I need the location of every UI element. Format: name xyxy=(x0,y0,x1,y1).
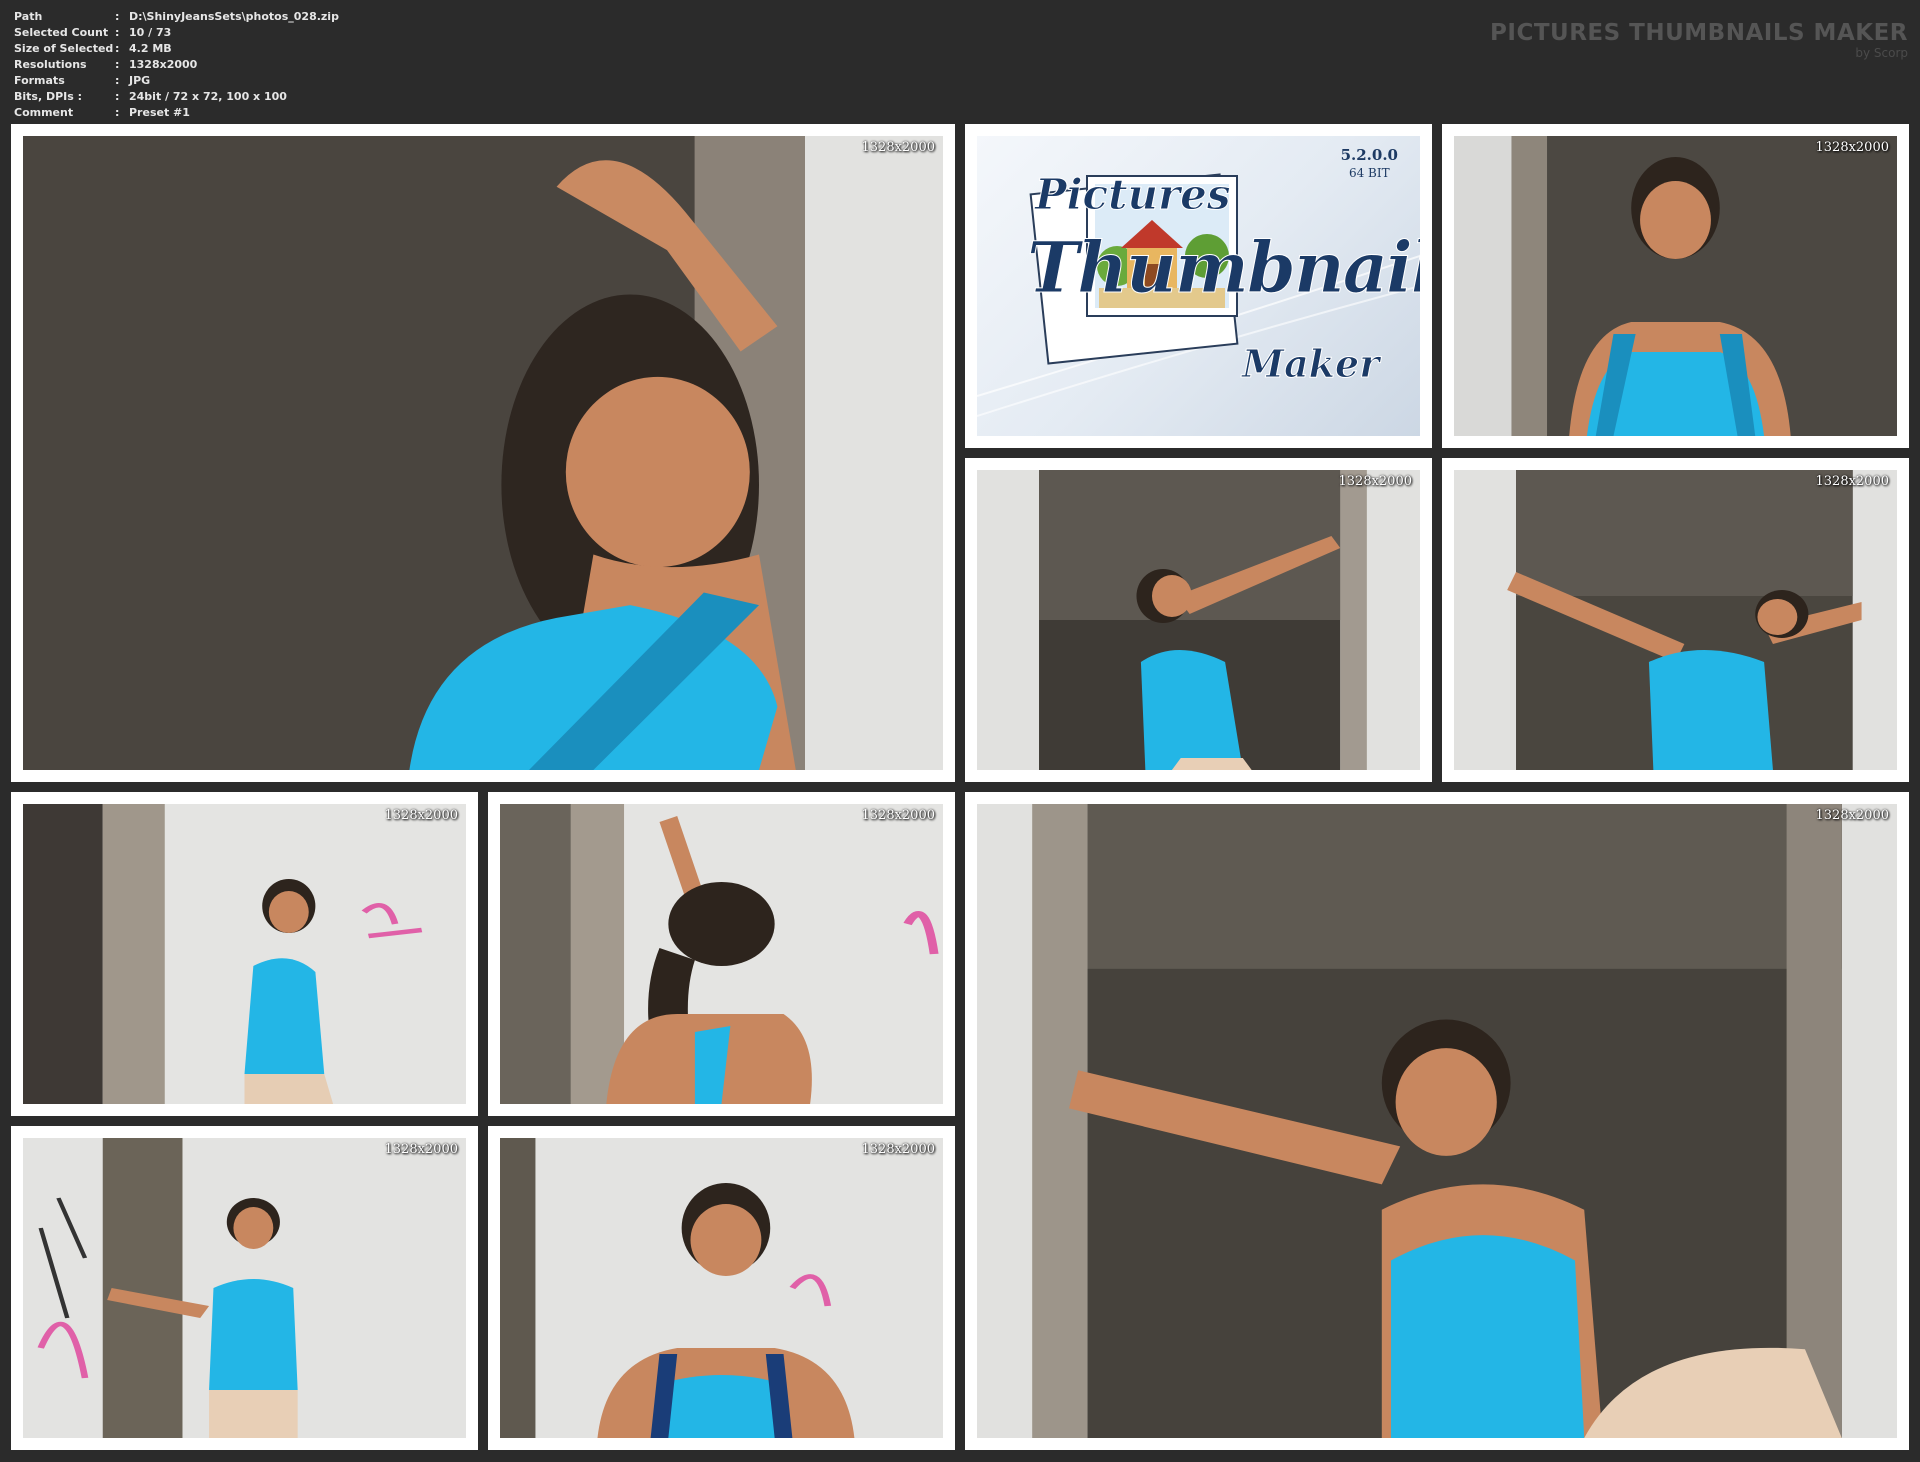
photo-9: 1328x2000 xyxy=(23,1138,466,1438)
thumbnail-6[interactable]: 1328x2000 xyxy=(11,792,478,1116)
resolution-label: 1328x2000 xyxy=(861,1142,936,1157)
photo-5: 1328x2000 xyxy=(1454,470,1897,770)
thumbnail-5[interactable]: 1328x2000 xyxy=(1442,458,1909,782)
info-row-size: Size of Selected:4.2 MB xyxy=(14,41,172,55)
thumbnail-4[interactable]: 1328x2000 xyxy=(965,458,1432,782)
resolution-label: 1328x2000 xyxy=(384,1142,459,1157)
brand-author: by Scorp xyxy=(1855,46,1908,60)
resolution-label: 1328x2000 xyxy=(1815,474,1890,489)
resolution-label: 1328x2000 xyxy=(384,808,459,823)
photo-1: 1328x2000 xyxy=(23,136,943,770)
info-row-resolutions: Resolutions:1328x2000 xyxy=(14,57,198,71)
resolution-label: 1328x2000 xyxy=(861,140,936,155)
logo-word-thumbnails: Thumbnails xyxy=(1027,226,1420,310)
version-badge: 5.2.0.0 64 BIT xyxy=(1340,146,1398,180)
info-row-count: Selected Count:10 / 73 xyxy=(14,25,172,39)
brand-title: PICTURES THUMBNAILS MAKER xyxy=(1490,20,1908,46)
photo-8: 1328x2000 xyxy=(977,804,1897,1438)
thumbnail-3[interactable]: 1328x2000 xyxy=(1442,124,1909,448)
photo-6: 1328x2000 xyxy=(23,804,466,1104)
info-row-comment: Comment: Preset #1 xyxy=(14,105,190,119)
resolution-label: 1328x2000 xyxy=(861,808,936,823)
thumbnail-10[interactable]: 1328x2000 xyxy=(488,1126,955,1450)
brand-watermark: PICTURES THUMBNAILS MAKER by Scorp xyxy=(1490,20,1908,60)
thumbnail-7[interactable]: 1328x2000 xyxy=(488,792,955,1116)
photo-4: 1328x2000 xyxy=(977,470,1420,770)
photo-7: 1328x2000 xyxy=(500,804,943,1104)
resolution-label: 1328x2000 xyxy=(1815,140,1890,155)
info-header: Path: D:\ShinyJeansSets\photos_028.zip Se… xyxy=(0,0,1920,122)
resolution-label: 1328x2000 xyxy=(1815,808,1890,823)
photo-3: 1328x2000 xyxy=(1454,136,1897,436)
app-logo-tile: Pictures Thumbnails Maker 5.2.0.0 64 BIT xyxy=(965,124,1432,448)
thumbnail-1[interactable]: 1328x2000 xyxy=(11,124,955,782)
info-list: Path: D:\ShinyJeansSets\photos_028.zip Se… xyxy=(14,8,339,120)
logo-word-pictures: Pictures xyxy=(1035,170,1232,220)
photo-10: 1328x2000 xyxy=(500,1138,943,1438)
thumbnail-9[interactable]: 1328x2000 xyxy=(11,1126,478,1450)
app-logo: Pictures Thumbnails Maker 5.2.0.0 64 BIT xyxy=(977,136,1420,436)
thumbnail-8[interactable]: 1328x2000 xyxy=(965,792,1909,1450)
resolution-label: 1328x2000 xyxy=(1338,474,1413,489)
info-row-path: Path: D:\ShinyJeansSets\photos_028.zip xyxy=(14,9,339,23)
logo-word-maker: Maker xyxy=(1241,341,1380,387)
info-row-bits: Bits, DPIs ::24bit / 72 x 72, 100 x 100 xyxy=(14,89,287,103)
info-row-formats: Formats: JPG xyxy=(14,73,151,87)
